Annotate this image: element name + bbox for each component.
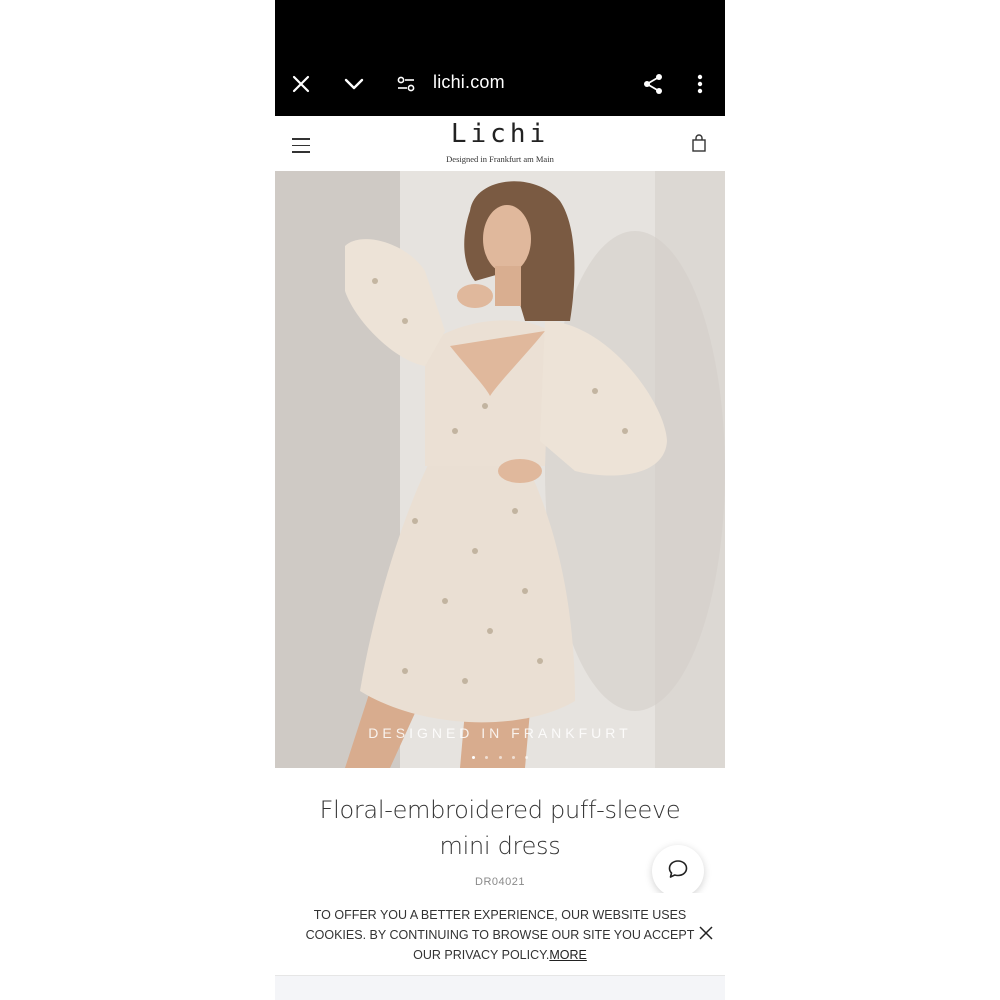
bag-icon[interactable] <box>691 134 707 152</box>
chevron-down-icon[interactable] <box>340 70 368 98</box>
product-image-carousel[interactable]: DESIGNED IN FRANKFURT <box>275 171 725 768</box>
carousel-dot[interactable] <box>511 756 515 759</box>
site-header: Lichi Designed in Frankfurt am Main <box>275 116 725 171</box>
carousel-dots[interactable] <box>275 746 725 764</box>
cookie-text: TO OFFER YOU A BETTER EXPERIENCE, OUR WE… <box>293 905 707 965</box>
browser-toolbar: lichi.com <box>275 0 725 116</box>
close-icon[interactable] <box>699 926 713 940</box>
carousel-dot[interactable] <box>525 756 529 759</box>
site-logo[interactable]: Lichi <box>275 119 725 149</box>
chat-bubble-icon <box>667 858 689 885</box>
bottom-strip <box>275 976 725 1000</box>
share-icon[interactable] <box>639 70 667 98</box>
cookie-more-link[interactable]: MORE <box>549 948 587 962</box>
product-title: Floral-embroidered puff-sleeve mini dres… <box>319 796 681 860</box>
phone-screen: lichi.com Lichi Designed in Frankfurt am… <box>275 0 725 1000</box>
more-vertical-icon[interactable] <box>686 70 714 98</box>
hero-caption: DESIGNED IN FRANKFURT <box>368 725 632 741</box>
carousel-dot[interactable] <box>485 756 489 759</box>
product-photo <box>275 171 725 768</box>
cookie-banner: TO OFFER YOU A BETTER EXPERIENCE, OUR WE… <box>275 893 725 976</box>
close-icon[interactable] <box>287 70 315 98</box>
cookie-message: TO OFFER YOU A BETTER EXPERIENCE, OUR WE… <box>305 908 695 962</box>
url-text[interactable]: lichi.com <box>433 72 505 93</box>
carousel-dot[interactable] <box>498 756 502 759</box>
site-settings-icon[interactable] <box>392 70 420 98</box>
carousel-dot[interactable] <box>471 756 475 759</box>
site-tagline: Designed in Frankfurt am Main <box>446 154 554 164</box>
chat-button[interactable] <box>652 845 704 897</box>
